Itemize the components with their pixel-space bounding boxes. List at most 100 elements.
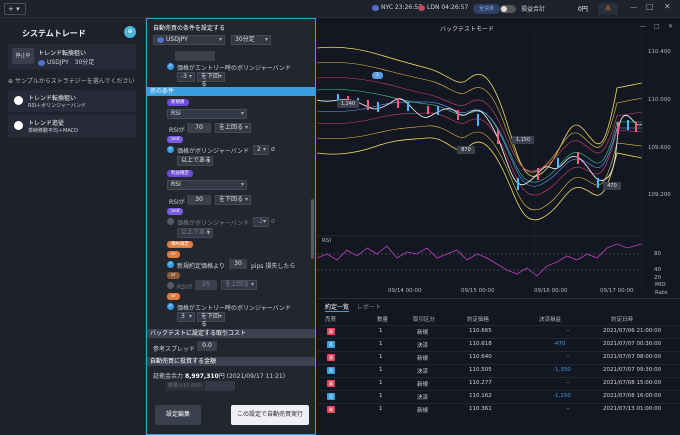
col-header: 取引区分 (413, 317, 436, 323)
nyc-clock: NYC 23:26:57 (372, 4, 422, 11)
settings-icon[interactable]: ☼ (598, 3, 618, 15)
col-header: 約定価格 (467, 317, 490, 323)
table-row[interactable]: 買 1 新規 110.361 - 2021/07/13 01:00:00 (317, 403, 680, 414)
profit-indicator-select[interactable]: RSI (167, 180, 247, 190)
chart-close-icon[interactable]: ✕ (668, 23, 673, 30)
modal-scrollbar[interactable] (311, 199, 314, 259)
col-header: 売買 (325, 317, 337, 323)
bb-value-select[interactable]: -2 (253, 217, 269, 227)
qty-cell: 1 (379, 367, 383, 373)
add-tab-button[interactable]: + ▾ (4, 3, 26, 15)
running-strategy-card[interactable]: 停止中 トレンド転換狙い USDJPY 30分足 (8, 44, 136, 69)
timeframe-select[interactable]: 30分足 (231, 35, 271, 45)
or-tag: or (167, 293, 180, 300)
sample-item-2[interactable]: トレンド追従 単純移動平均＋MACD (8, 115, 136, 137)
edit-settings-button[interactable]: 設定編集 (155, 405, 201, 425)
sample-name: トレンド転換狙い (28, 95, 77, 102)
pl-toggle[interactable] (500, 5, 516, 13)
trade-marker[interactable]: 1 (372, 72, 383, 79)
qty-input[interactable] (205, 381, 235, 391)
bb-value-select[interactable]: 2 (253, 145, 269, 155)
minimize-icon[interactable]: — (630, 3, 637, 11)
rsi-tick: 20 (654, 275, 661, 281)
side-badge: 買 (327, 354, 335, 361)
strategy-pair: USDJPY 30分足 (38, 57, 94, 66)
pl-cell: - (567, 380, 569, 386)
rsi-value-input[interactable]: 70 (187, 123, 211, 133)
add-strategy-icon[interactable]: ⊕ (124, 26, 136, 38)
pips-label: 新規約定価格より (177, 263, 225, 270)
chart-minimize-icon[interactable]: — (640, 23, 646, 30)
sigma-label: σ (271, 146, 275, 153)
checkbox-icon[interactable]: ✓ (167, 261, 174, 268)
pl-label: 損益合計 (521, 6, 546, 13)
bb-op-select[interactable]: 以上である (177, 156, 213, 166)
run-auto-trade-button[interactable]: この設定で自動売買実行 (231, 405, 309, 425)
checkbox-icon[interactable] (167, 218, 174, 225)
qty-cell: 1 (379, 354, 383, 360)
rsi-op-select[interactable]: を上回る (221, 280, 257, 290)
panel-title: システムトレード (22, 29, 86, 38)
pair-select[interactable]: USDJPY (153, 35, 225, 45)
table-row[interactable]: 売 1 決済 110.618 -470 2021/07/07 00:30:00 (317, 338, 680, 349)
top-cond-value[interactable]: -3 (177, 72, 195, 82)
bb-op-select[interactable]: 以上である (177, 228, 213, 238)
close-icon[interactable]: ✕ (664, 2, 671, 11)
bb-label: 価格がボリンジャーバンド (177, 220, 249, 227)
qty-cell: 1 (379, 406, 383, 412)
us-flag-icon (157, 36, 164, 43)
market-status-badge[interactable]: 全決済 (473, 4, 501, 14)
left-panel: システムトレード ⊕ 停止中 トレンド転換狙い USDJPY 30分足 ⊕ サン… (0, 18, 146, 435)
pl-cell: -1,350 (553, 367, 571, 373)
checkbox-icon[interactable]: ✓ (167, 303, 174, 310)
side-badge: 売 (327, 367, 335, 374)
rsi-op-select[interactable]: を下回る (215, 195, 251, 205)
checkbox-icon[interactable]: ✓ (167, 63, 174, 70)
rsi-value-input[interactable]: 30 (187, 195, 211, 205)
price-cell: 110.618 (469, 341, 492, 347)
x-tick: 09/16 00:00 (534, 288, 568, 294)
bb-value-select[interactable]: 3 (177, 312, 195, 322)
table-row[interactable]: 売 1 決済 110.505 -1,350 2021/07/07 09:30:00 (317, 364, 680, 375)
tab-executions[interactable]: 約定一覧 (325, 302, 350, 312)
kind-cell: 新規 (417, 356, 429, 362)
and-tag: and (167, 136, 184, 143)
bb-op-select[interactable]: を下回る (197, 312, 225, 328)
pips-suffix: pips 損失したら (251, 263, 296, 270)
table-row[interactable]: 売 1 決済 110.162 -1,150 2021/07/08 16:00:00 (317, 390, 680, 401)
y-tick: 109.200 (648, 192, 671, 198)
table-row[interactable]: 買 1 新規 110.640 - 2021/07/07 08:00:00 (317, 351, 680, 362)
chart-maximize-icon[interactable]: □ (654, 23, 660, 30)
rsi-op-select[interactable]: を上回る (215, 123, 251, 133)
tab-report[interactable]: レポート (357, 302, 381, 311)
checkbox-icon[interactable] (167, 282, 174, 289)
rsi-value-input[interactable]: 25 (195, 280, 217, 290)
date-cell: 2021/07/08 16:00:00 (603, 393, 662, 399)
maximize-icon[interactable]: □ (646, 2, 654, 11)
table-row[interactable]: 買 1 新規 110.277 - 2021/07/08 15:00:00 (317, 377, 680, 388)
strategy-name: トレンド転換狙い (38, 50, 87, 57)
date-cell: 2021/07/08 15:00:00 (603, 380, 662, 386)
side-badge: 買 (327, 328, 335, 335)
table-row[interactable]: 買 1 新規 110.665 - 2021/07/06 21:00:00 (317, 325, 680, 336)
sample-desc: 単純移動平均＋MACD (28, 128, 78, 134)
chart-svg (316, 28, 643, 286)
indicator-select[interactable]: RSI (167, 109, 247, 119)
us-flag-icon (372, 4, 379, 11)
bb-label: 価格がエントリー時のボリンジャーバンド (177, 305, 291, 312)
fund-section-header: 自動売買に投資する金額 (147, 357, 315, 366)
date-cell: 2021/07/13 01:00:00 (603, 406, 662, 412)
trade-pl-label: 470 (603, 182, 621, 190)
prev-value-box[interactable] (175, 51, 215, 61)
spread-input[interactable]: 0.0 (197, 341, 217, 351)
sample-item-1[interactable]: トレンド転換狙い RSI＋ボリンジャーバンド (8, 90, 136, 112)
qty-cell: 1 (379, 341, 383, 347)
date-cell: 2021/07/07 08:00:00 (603, 354, 662, 360)
rsi-label: RSIが (169, 127, 185, 134)
checkbox-icon[interactable]: ✓ (167, 146, 174, 153)
pips-input[interactable]: 30 (229, 259, 247, 269)
top-cond-op[interactable]: を下回る (197, 72, 225, 88)
cost-section-header: バックテストに設定する取引コスト (147, 329, 315, 338)
x-tick: 09/17 00:00 (600, 288, 634, 294)
qty-cell: 1 (379, 393, 383, 399)
